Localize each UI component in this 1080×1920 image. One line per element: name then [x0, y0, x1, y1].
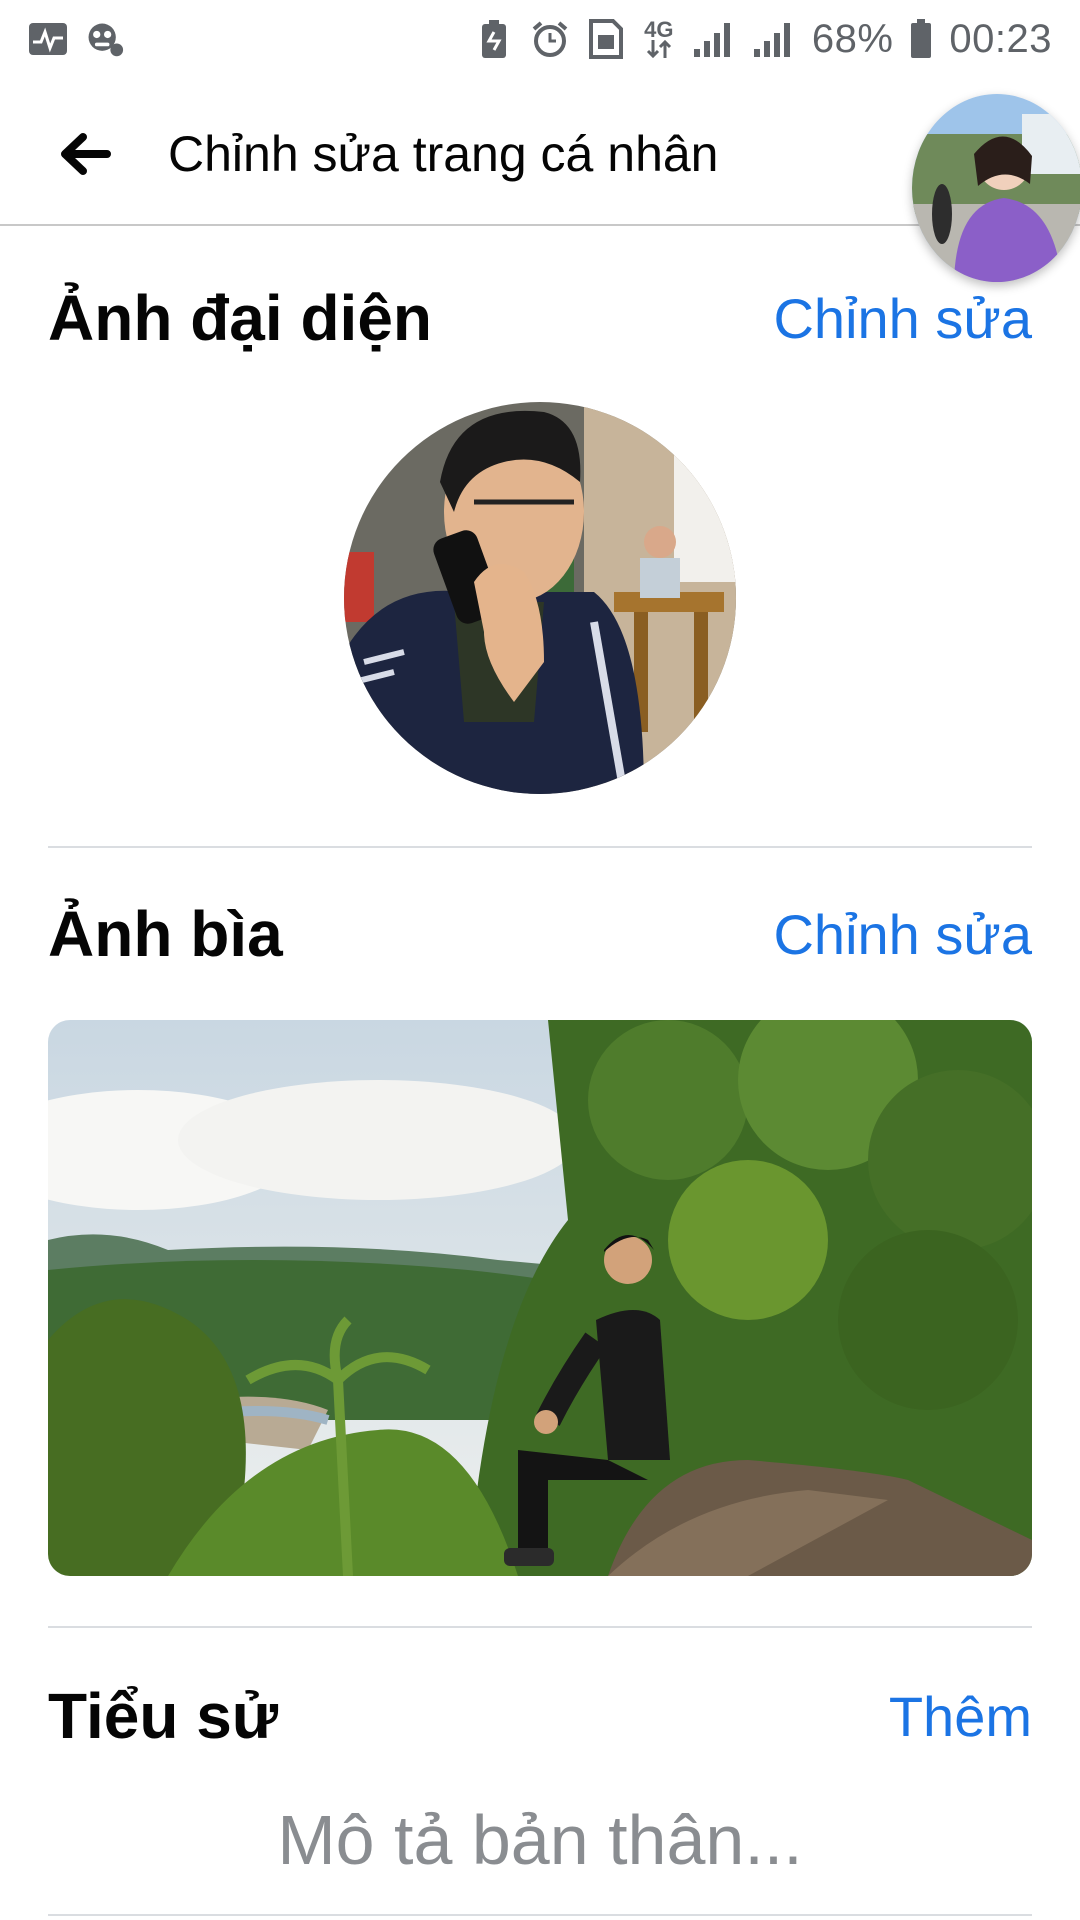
battery-saver-icon	[474, 19, 514, 59]
arrow-left-icon	[57, 132, 111, 176]
profile-picture-header: Ảnh đại diện Chỉnh sửa	[48, 278, 1032, 358]
section-divider	[48, 1914, 1032, 1916]
status-bar: 4G 68% 00:23	[0, 0, 1080, 78]
add-bio-button[interactable]: Thêm	[889, 1684, 1032, 1749]
chat-head-avatar[interactable]	[912, 94, 1080, 282]
status-bar-left	[28, 19, 124, 59]
edit-profile-screen: 4G 68% 00:23 Chỉnh sửa trang cá nhân Ảnh…	[0, 0, 1080, 1920]
network-type-label: 4G	[644, 17, 674, 42]
signal-icon	[752, 19, 796, 59]
data-4g-icon: 4G	[642, 19, 676, 59]
cover-photo[interactable]	[48, 1020, 1032, 1576]
bio-title: Tiểu sử	[48, 1680, 279, 1752]
section-divider	[48, 1626, 1032, 1628]
sticker-app-icon	[84, 19, 124, 59]
section-divider	[48, 846, 1032, 848]
bio-header: Tiểu sử Thêm	[48, 1676, 1032, 1756]
sim-card-icon	[586, 19, 626, 59]
battery-percentage: 68%	[811, 16, 894, 61]
edit-cover-photo-button[interactable]: Chỉnh sửa	[773, 902, 1032, 967]
cover-photo-header: Ảnh bìa Chỉnh sửa	[48, 894, 1032, 974]
bio-placeholder[interactable]: Mô tả bản thân...	[0, 1800, 1080, 1880]
clock: 00:23	[949, 16, 1052, 61]
signal-icon	[692, 19, 736, 59]
alarm-icon	[530, 19, 570, 59]
status-bar-right: 4G 68% 00:23	[474, 17, 1052, 62]
page-title: Chỉnh sửa trang cá nhân	[168, 126, 719, 182]
back-button[interactable]	[48, 122, 120, 186]
activity-monitor-icon	[28, 19, 68, 59]
battery-icon	[909, 19, 933, 59]
cover-photo-title: Ảnh bìa	[48, 898, 283, 970]
edit-profile-picture-button[interactable]: Chỉnh sửa	[773, 286, 1032, 351]
profile-photo[interactable]	[344, 402, 736, 794]
profile-picture-title: Ảnh đại diện	[48, 282, 432, 354]
